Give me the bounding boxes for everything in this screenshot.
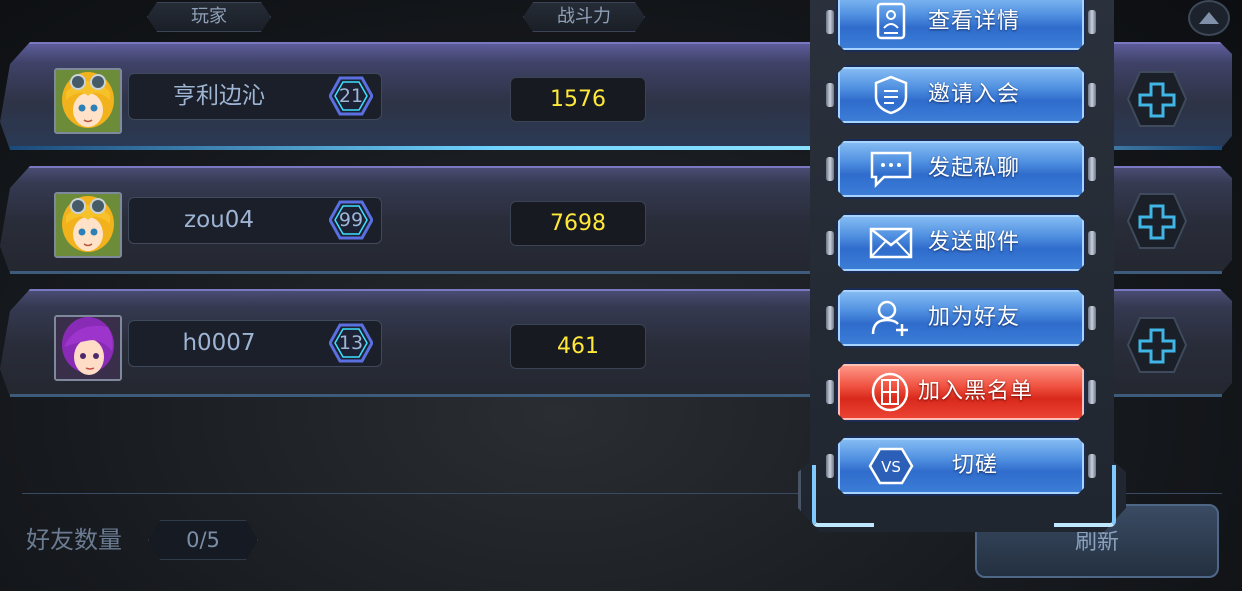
- private-chat-button[interactable]: 发起私聊: [826, 137, 1096, 201]
- add-friend-plus-icon[interactable]: [1126, 316, 1188, 374]
- friends-count-label: 好友数量: [26, 526, 122, 554]
- spar-button[interactable]: VS 切磋: [826, 434, 1096, 498]
- add-friend-plus-icon[interactable]: [1126, 70, 1188, 128]
- shield-doc-icon: [874, 75, 908, 115]
- add-friend-button[interactable]: 加为好友: [826, 286, 1096, 350]
- power-value: 1576: [510, 77, 646, 122]
- profile-card-icon: [876, 2, 906, 40]
- vs-icon: VS: [868, 447, 914, 485]
- power-column-header: 战斗力: [523, 2, 645, 32]
- level-badge: 99: [329, 200, 373, 240]
- player-column-header: 玩家: [147, 2, 271, 32]
- invite-to-guild-button[interactable]: 邀请入会: [826, 63, 1096, 127]
- view-details-button[interactable]: 查看详情: [826, 0, 1096, 54]
- level-value: 99: [338, 209, 364, 231]
- player-name: h0007: [182, 330, 256, 356]
- power-value: 461: [510, 324, 646, 369]
- avatar[interactable]: [54, 68, 122, 134]
- avatar[interactable]: [54, 315, 122, 381]
- menu-item-label: 切磋: [952, 453, 999, 478]
- level-value: 13: [338, 332, 364, 354]
- blacklist-icon: [871, 372, 909, 412]
- friends-count-value: 0/5: [148, 520, 258, 560]
- power-value: 7698: [510, 201, 646, 246]
- menu-item-label: 发送邮件: [928, 230, 1021, 255]
- level-value: 21: [338, 85, 364, 107]
- level-badge: 21: [329, 76, 373, 116]
- scroll-up-button[interactable]: [1188, 0, 1230, 36]
- menu-item-label: 邀请入会: [928, 82, 1021, 107]
- triangle-up-icon: [1199, 12, 1219, 24]
- add-friend-plus-icon[interactable]: [1126, 192, 1188, 250]
- menu-item-label: 加为好友: [928, 305, 1021, 330]
- add-to-blacklist-button[interactable]: 加入黑名单: [826, 360, 1096, 424]
- menu-item-label: 发起私聊: [928, 156, 1021, 181]
- envelope-icon: [869, 227, 913, 259]
- avatar[interactable]: [54, 192, 122, 258]
- add-user-icon: [871, 300, 908, 336]
- chat-bubble-icon: [870, 151, 912, 189]
- player-name: 亨利边沁: [173, 83, 265, 109]
- send-mail-button[interactable]: 发送邮件: [826, 211, 1096, 275]
- svg-text:VS: VS: [881, 458, 901, 476]
- player-name: zou04: [184, 207, 254, 233]
- menu-item-label: 加入黑名单: [918, 379, 1034, 404]
- level-badge: 13: [329, 323, 373, 363]
- menu-item-label: 查看详情: [928, 9, 1021, 34]
